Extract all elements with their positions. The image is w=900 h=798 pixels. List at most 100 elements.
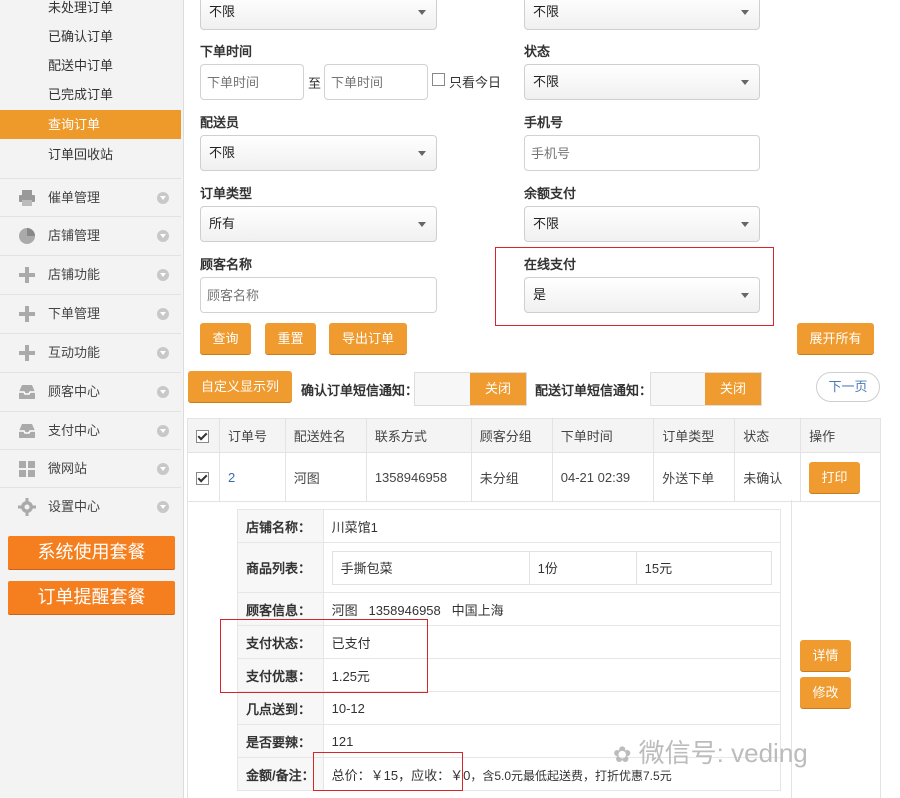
printer-icon	[19, 190, 35, 206]
caret-down-icon	[418, 10, 426, 15]
caret-down-icon	[741, 222, 749, 227]
goods-row: 手撕包菜 1份 15元	[331, 550, 772, 585]
detail-key: 商品列表：	[237, 542, 324, 593]
export-orders-button[interactable]: 导出订单	[329, 323, 407, 354]
row-select-cell	[187, 452, 220, 502]
toggle-off-label: 关闭	[470, 373, 526, 405]
sidebar-section-shop-features[interactable]: 店铺功能	[0, 255, 181, 293]
wechat-icon: ✿	[613, 742, 632, 767]
balance-pay-select[interactable]: 不限	[524, 206, 760, 242]
sidebar-section-micro-site[interactable]: 微网站	[0, 449, 181, 487]
chevron-down-icon	[157, 192, 169, 204]
plus-icon	[19, 306, 35, 322]
goods-table: 手撕包菜 1份 15元	[331, 550, 772, 585]
cell-type: 外送下单	[653, 452, 736, 502]
caret-down-icon	[418, 222, 426, 227]
amount-note: ，含5.0元最低起送费，打折优惠7.5元	[470, 768, 672, 783]
caret-down-icon	[741, 10, 749, 15]
courier-select[interactable]: 不限	[200, 135, 437, 171]
toggle-off-label: 关闭	[705, 373, 761, 405]
today-only-label: 只看今日	[449, 75, 502, 90]
order-time-to-input[interactable]	[324, 64, 428, 100]
grid-icon	[19, 461, 35, 477]
detail-row-goods: 商品列表： 手撕包菜 1份 15元	[237, 542, 781, 593]
system-package-button[interactable]: 系统使用套餐	[8, 536, 175, 569]
customer-name-input[interactable]	[200, 277, 437, 313]
chevron-down-icon	[157, 347, 169, 359]
sidebar-section-label: 店铺管理	[48, 228, 101, 243]
confirm-sms-toggle[interactable]: 关闭	[414, 372, 527, 406]
top-right-select[interactable]: 不限	[524, 0, 760, 30]
order-reminder-package-button[interactable]: 订单提醒套餐	[8, 581, 175, 614]
delivery-sms-label: 配送订单短信通知：	[535, 383, 653, 398]
detail-value: 川菜馆1	[322, 509, 781, 543]
sidebar-section-label: 互动功能	[48, 345, 101, 360]
caret-down-icon	[741, 80, 749, 85]
select-value: 不限	[533, 216, 560, 231]
phone-label: 手机号	[524, 115, 564, 130]
highlight-box	[220, 619, 428, 693]
online-pay-label: 在线支付	[524, 257, 577, 272]
select-all-checkbox[interactable]	[196, 430, 209, 444]
sidebar-section-shop-management[interactable]: 店铺管理	[0, 216, 181, 254]
modify-button[interactable]: 修改	[800, 677, 851, 708]
sidebar-item-recycle-bin[interactable]: 订单回收站	[0, 140, 181, 169]
cell-name: 河图	[284, 452, 367, 502]
caret-down-icon	[741, 293, 749, 298]
inbox-icon	[19, 385, 35, 399]
row-checkbox[interactable]	[196, 471, 209, 485]
plus-icon	[19, 267, 35, 283]
sidebar-section-label: 下单管理	[48, 306, 101, 321]
order-type-select[interactable]: 所有	[200, 206, 437, 242]
sidebar-item-completed[interactable]: 已完成订单	[0, 80, 181, 109]
confirm-sms-label: 确认订单短信通知：	[301, 383, 419, 398]
expand-all-button[interactable]: 展开所有	[797, 323, 874, 354]
print-button[interactable]: 打印	[809, 461, 861, 493]
order-time-from-input[interactable]	[200, 64, 304, 100]
next-page-button[interactable]: 下一页	[816, 372, 880, 402]
sidebar-section-reminder[interactable]: 催单管理	[0, 178, 181, 216]
custom-columns-button[interactable]: 自定义显示列	[188, 371, 292, 402]
today-only-checkbox[interactable]	[432, 73, 445, 86]
detail-key: 是否要辣：	[237, 724, 324, 758]
reset-button[interactable]: 重置	[265, 323, 316, 354]
sidebar-section-order-management[interactable]: 下单管理	[0, 294, 181, 332]
sidebar-section-interaction[interactable]: 互动功能	[0, 333, 181, 371]
select-value: 不限	[533, 4, 560, 19]
query-button[interactable]: 查询	[200, 323, 251, 354]
cell-group: 未分组	[470, 452, 553, 502]
detail-key: 店铺名称：	[237, 509, 324, 543]
sidebar-item-query-orders[interactable]: 查询订单	[0, 110, 181, 139]
sidebar: 未处理订单 已确认订单 配送中订单 已完成订单 查询订单 订单回收站 催单管理 …	[0, 0, 184, 798]
cell-time: 04-21 02:39	[551, 452, 655, 502]
select-value: 不限	[209, 145, 236, 160]
top-left-select[interactable]: 不限	[200, 0, 437, 30]
sidebar-item-confirmed[interactable]: 已确认订单	[0, 22, 181, 51]
sidebar-item-unprocessed[interactable]: 未处理订单	[0, 0, 181, 22]
sidebar-section-payment-center[interactable]: 支付中心	[0, 411, 181, 449]
sidebar-item-delivering[interactable]: 配送中订单	[0, 51, 181, 80]
column-header: 顾客分组	[470, 418, 553, 453]
detail-row-delivery-time: 几点送到： 10-12	[237, 691, 781, 725]
detail-key: 金额/备注：	[237, 757, 324, 791]
details-button[interactable]: 详情	[800, 640, 851, 671]
chevron-down-icon	[157, 501, 169, 513]
sidebar-section-customer-center[interactable]: 顾客中心	[0, 372, 181, 410]
order-number-link[interactable]: 2	[219, 452, 286, 502]
online-pay-select[interactable]: 是	[524, 277, 760, 313]
column-header: 订单号	[219, 418, 286, 453]
sidebar-section-settings[interactable]: 设置中心	[0, 487, 181, 525]
order-type-label: 订单类型	[200, 186, 253, 201]
cell-phone: 1358946958	[365, 452, 472, 502]
status-select[interactable]: 不限	[524, 64, 760, 100]
phone-input[interactable]	[524, 135, 760, 171]
column-header: 订单类型	[653, 418, 736, 453]
delivery-sms-toggle[interactable]: 关闭	[650, 372, 762, 406]
chevron-down-icon	[157, 425, 169, 437]
column-header: 下单时间	[551, 418, 655, 453]
cell-actions: 打印	[800, 452, 881, 502]
column-header: 联系方式	[365, 418, 472, 453]
sidebar-section-label: 催单管理	[48, 190, 101, 205]
watermark-text: 微信号: veding	[638, 738, 808, 768]
sidebar-section-label: 店铺功能	[48, 267, 101, 282]
